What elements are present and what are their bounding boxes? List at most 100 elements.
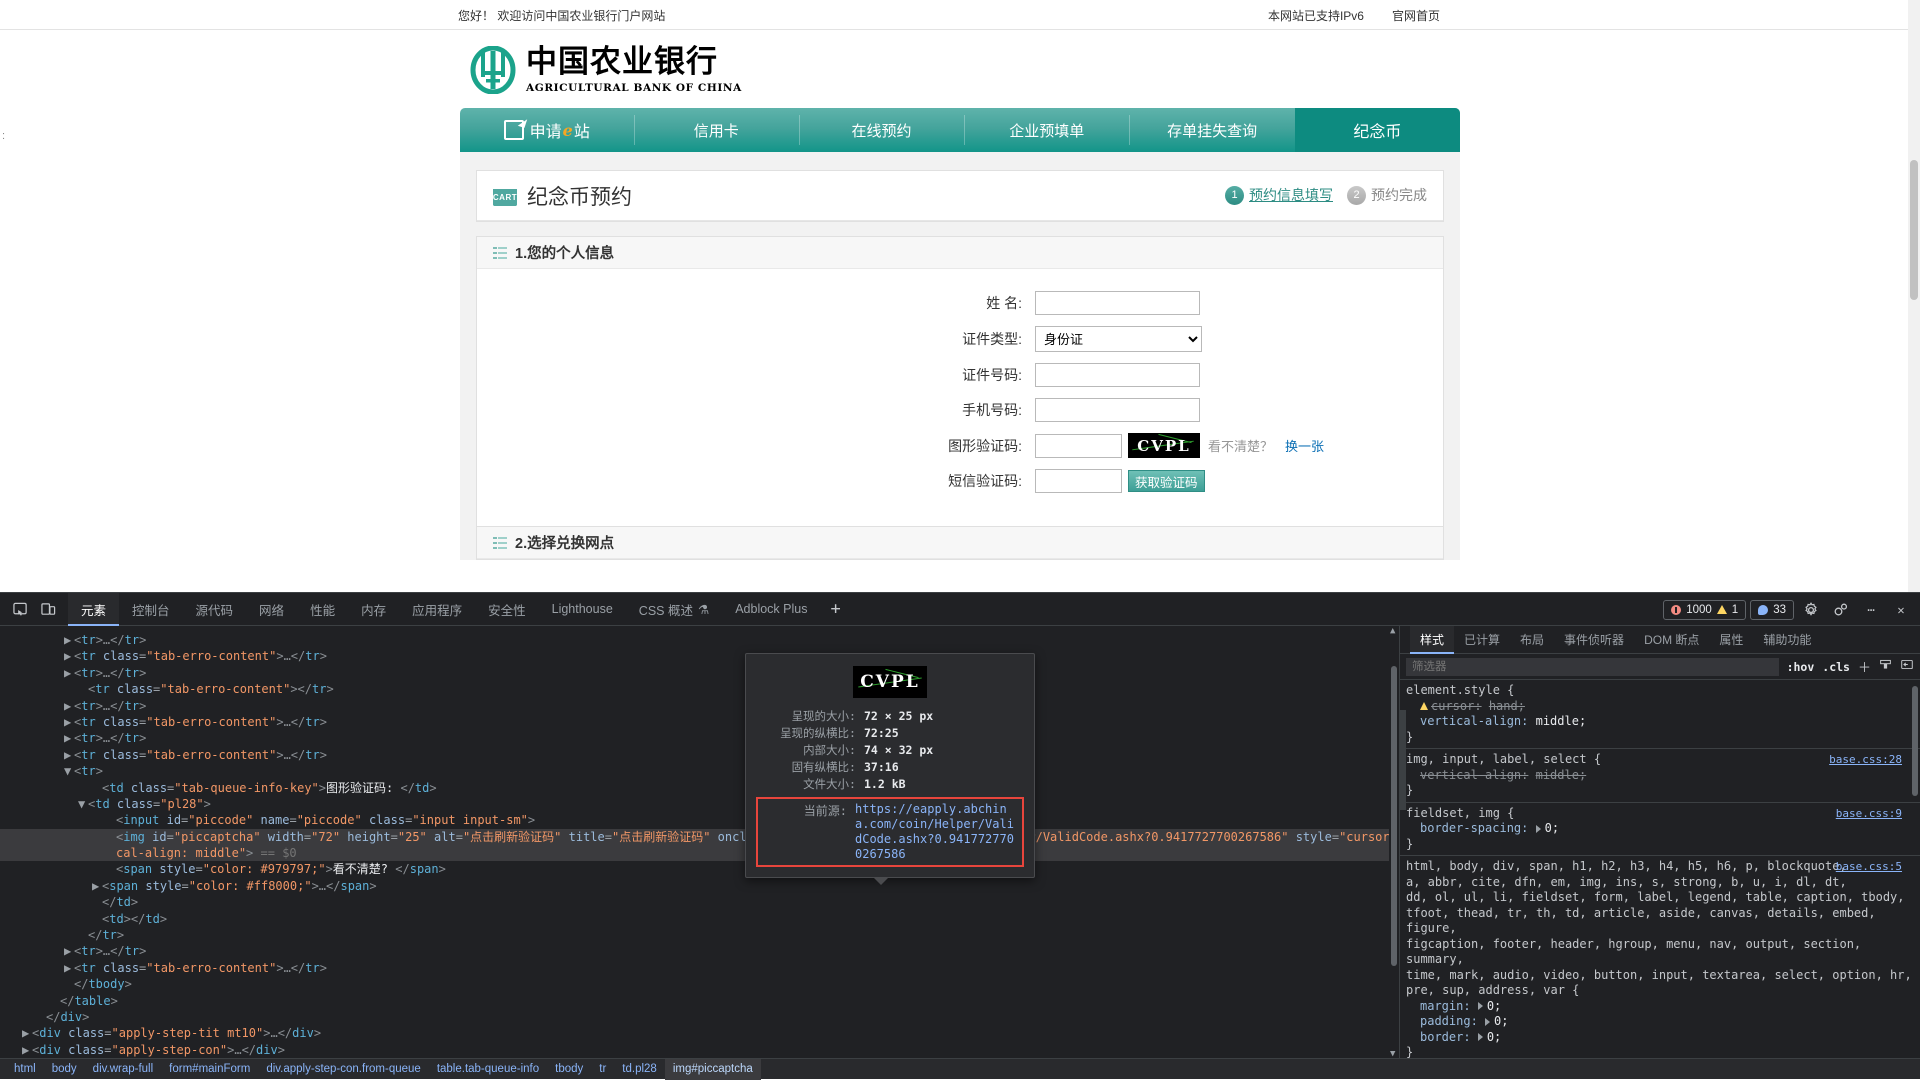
style-rule[interactable]: element.style {cursor: hand; vertical-ali… bbox=[1400, 680, 1920, 749]
refresh-captcha-link[interactable]: 换一张 bbox=[1285, 436, 1324, 455]
tab-accessibility[interactable]: 辅助功能 bbox=[1753, 626, 1821, 654]
expand-icon[interactable] bbox=[1535, 824, 1541, 833]
breadcrumb-item[interactable]: td.pl28 bbox=[614, 1059, 665, 1080]
captcha-image[interactable]: CVPL bbox=[1128, 433, 1200, 458]
style-property[interactable]: border-spacing: bbox=[1420, 821, 1528, 835]
dom-tree-node[interactable]: <td class="tab-queue-info-key">图形验证码: </… bbox=[0, 780, 1399, 796]
cls-toggle[interactable]: .cls bbox=[1822, 660, 1850, 674]
tab-application[interactable]: 应用程序 bbox=[399, 593, 475, 626]
nav-item-online-appointment[interactable]: 在线预约 bbox=[798, 108, 964, 152]
breadcrumb-item[interactable]: img#piccaptcha bbox=[664, 1058, 761, 1080]
expand-icon[interactable] bbox=[1477, 1002, 1483, 1010]
id-number-input[interactable] bbox=[1035, 363, 1200, 387]
tab-css-overview[interactable]: CSS 概述 ⚗ bbox=[626, 593, 722, 626]
dom-tree-node[interactable]: ▶ <tr class="tab-erro-content">…</tr> bbox=[0, 714, 1399, 730]
breadcrumb-item[interactable]: div.apply-step-con.from-queue bbox=[258, 1059, 428, 1080]
dom-tree-pane[interactable]: ▶ <tr>…</tr> ▶ <tr class="tab-erro-content"… bbox=[0, 626, 1400, 1059]
breadcrumb-item[interactable]: tr bbox=[591, 1059, 614, 1080]
device-toolbar-icon[interactable] bbox=[34, 596, 62, 622]
style-selector[interactable]: html, body, div, span, h1, h2, h3, h4, h… bbox=[1406, 859, 1920, 999]
dom-tree-node[interactable]: ▶ <tr class="tab-erro-content">…</tr> bbox=[0, 960, 1399, 976]
dom-tree-node[interactable]: </tbody> bbox=[0, 976, 1399, 992]
breadcrumb-item[interactable]: form#mainForm bbox=[161, 1059, 258, 1080]
customize-icon[interactable] bbox=[1828, 597, 1854, 623]
styles-scrollbar[interactable] bbox=[1910, 680, 1920, 1059]
dom-tree-node[interactable]: <tr class="tab-erro-content"></tr> bbox=[0, 681, 1399, 697]
site-logo[interactable]: 中国农业银行 AGRICULTURAL BANK OF CHINA bbox=[460, 30, 1460, 102]
dom-tree-node[interactable]: </div> bbox=[0, 1009, 1399, 1025]
dom-scrollbar-thumb[interactable] bbox=[1391, 666, 1397, 966]
page-scrollbar[interactable] bbox=[1908, 0, 1920, 592]
style-value[interactable]: 0; bbox=[1545, 821, 1559, 835]
dom-tree-node[interactable]: ▶ <tr>…</tr> bbox=[0, 943, 1399, 959]
get-sms-code-button[interactable]: 获取验证码 bbox=[1128, 470, 1205, 492]
tab-layout[interactable]: 布局 bbox=[1510, 626, 1554, 654]
breadcrumb-item[interactable]: html bbox=[6, 1059, 44, 1080]
style-value[interactable]: hand; bbox=[1489, 699, 1525, 713]
dom-tree-node[interactable]: <img id="piccaptcha" width="72" height="… bbox=[0, 828, 1399, 846]
style-declaration[interactable]: vertical-align: middle; bbox=[1406, 768, 1920, 784]
add-panel-icon[interactable]: + bbox=[820, 599, 850, 619]
dom-tree-node[interactable]: cal-align: middle"> == $0 bbox=[0, 845, 1399, 862]
nav-item-enterprise-form[interactable]: 企业预填单 bbox=[964, 108, 1129, 152]
styles-filter-input[interactable] bbox=[1406, 657, 1779, 676]
close-devtools-icon[interactable]: ✕ bbox=[1888, 597, 1914, 623]
style-property[interactable]: vertical-align: bbox=[1420, 768, 1528, 782]
inspect-element-icon[interactable] bbox=[6, 596, 34, 622]
tab-sources[interactable]: 源代码 bbox=[183, 593, 247, 626]
style-selector[interactable]: element.style { bbox=[1406, 683, 1920, 699]
dom-tree-node[interactable]: ▶ <tr>…</tr> bbox=[0, 698, 1399, 714]
styles-scrollbar-thumb[interactable] bbox=[1912, 686, 1918, 796]
style-declaration[interactable]: margin: 0; bbox=[1406, 999, 1920, 1015]
tab-performance[interactable]: 性能 bbox=[297, 593, 348, 626]
tab-adblock-plus[interactable]: Adblock Plus bbox=[722, 593, 820, 626]
dom-tree-node[interactable]: ▶ <span style="color: #ff8000;">…</span> bbox=[0, 878, 1399, 894]
expand-icon[interactable] bbox=[1485, 1017, 1491, 1026]
dom-tree-node[interactable]: ▶ <tr>…</tr> bbox=[0, 665, 1399, 681]
styles-left-scrollbar[interactable] bbox=[1400, 680, 1408, 1059]
tab-lighthouse[interactable]: Lighthouse bbox=[539, 593, 626, 626]
style-rule[interactable]: base.css:28 img, input, label, select {ve… bbox=[1400, 749, 1920, 803]
styles-left-thumb[interactable] bbox=[1400, 710, 1406, 810]
breadcrumb-item[interactable]: body bbox=[44, 1059, 85, 1080]
style-property[interactable]: vertical-align: bbox=[1420, 714, 1528, 728]
tab-console[interactable]: 控制台 bbox=[119, 593, 183, 626]
breadcrumb-item[interactable]: table.tab-queue-info bbox=[429, 1059, 547, 1080]
style-value[interactable]: 0; bbox=[1494, 1014, 1508, 1028]
style-value[interactable]: 0; bbox=[1487, 1030, 1501, 1044]
tab-computed[interactable]: 已计算 bbox=[1454, 626, 1510, 654]
tab-security[interactable]: 安全性 bbox=[475, 593, 539, 626]
tab-dom-breakpoints[interactable]: DOM 断点 bbox=[1634, 626, 1709, 654]
breadcrumb-item[interactable]: div.wrap-full bbox=[85, 1059, 162, 1080]
style-property[interactable]: cursor: bbox=[1431, 699, 1482, 713]
style-declaration[interactable]: border-spacing: 0; bbox=[1406, 821, 1920, 837]
dom-tree-node[interactable]: ▶ <div class="apply-step-con">…</div> bbox=[0, 1042, 1399, 1058]
style-rule[interactable]: base.css:9 fieldset, img {border-spacing:… bbox=[1400, 803, 1920, 856]
issues-counter[interactable]: 1000 1 bbox=[1663, 599, 1747, 620]
style-rule[interactable]: base.css:5 html, body, div, span, h1, h2,… bbox=[1400, 856, 1920, 1059]
dom-tree-node[interactable]: <td></td> bbox=[0, 911, 1399, 927]
tab-styles[interactable]: 样式 bbox=[1410, 626, 1455, 654]
style-declaration[interactable]: border: 0; bbox=[1406, 1030, 1920, 1046]
style-property[interactable]: margin: bbox=[1420, 999, 1471, 1013]
tab-network[interactable]: 网络 bbox=[246, 593, 297, 626]
dom-tree-node[interactable]: ▼ <td class="pl28"> bbox=[0, 796, 1399, 812]
new-style-rule-icon[interactable]: ＋ bbox=[1858, 657, 1871, 676]
name-input[interactable] bbox=[1035, 291, 1200, 315]
dom-tree-node[interactable]: ▶ <div class="apply-step-tit mt10">…</div… bbox=[0, 1025, 1399, 1041]
ipv6-link[interactable]: 本网站已支持IPv6 bbox=[1268, 7, 1364, 24]
dom-tree-node[interactable]: <span style="color: #979797;">看不清楚? </sp… bbox=[0, 861, 1399, 877]
tooltip-source-value[interactable]: https://eapply.abchina.com/coin/Helper/V… bbox=[855, 802, 1020, 862]
style-source-link[interactable]: base.css:9 bbox=[1836, 806, 1902, 822]
hov-toggle[interactable]: :hov bbox=[1787, 660, 1815, 674]
dom-tree-node[interactable]: ▶ <tr class="tab-erro-content">…</tr> bbox=[0, 648, 1399, 664]
sms-code-input[interactable] bbox=[1035, 469, 1122, 493]
style-source-link[interactable]: base.css:5 bbox=[1836, 859, 1902, 875]
dom-tree-node[interactable]: ▶ <tr>…</tr> bbox=[0, 632, 1399, 648]
id-type-select[interactable]: 身份证 bbox=[1035, 326, 1202, 352]
dom-tree-node[interactable]: </tr> bbox=[0, 927, 1399, 943]
style-property[interactable]: border: bbox=[1420, 1030, 1471, 1044]
dom-tree-node[interactable]: </table> bbox=[0, 993, 1399, 1009]
computed-styles-sidebar-icon[interactable] bbox=[1879, 658, 1892, 675]
toggle-sidebar-icon[interactable] bbox=[1900, 658, 1914, 675]
